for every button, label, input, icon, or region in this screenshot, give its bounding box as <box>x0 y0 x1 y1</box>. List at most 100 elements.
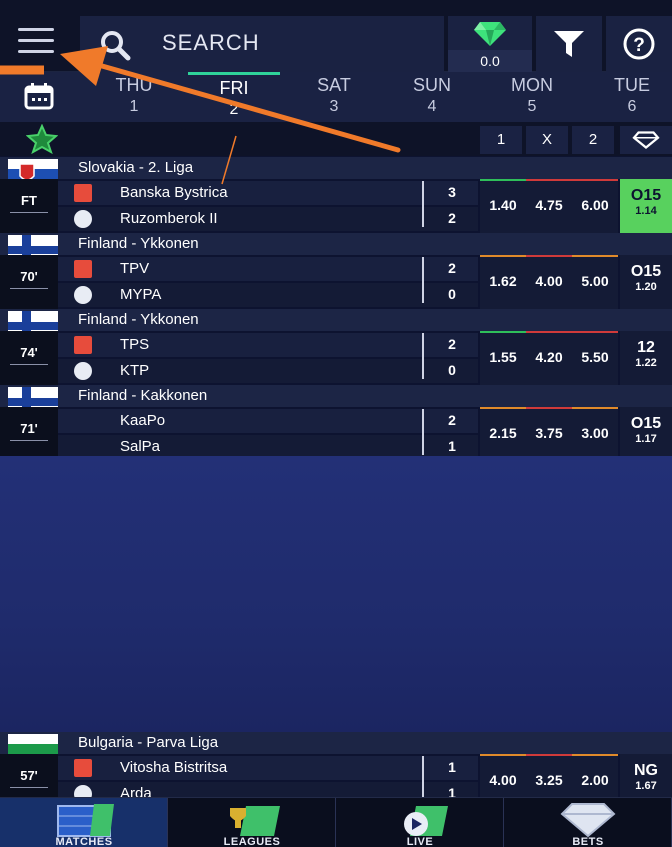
league-header[interactable]: Finland - Kakkonen <box>0 385 672 417</box>
match-status-text: 71' <box>20 421 38 436</box>
odds-cell-away[interactable]: 5.50 <box>572 331 618 385</box>
score-divider <box>422 181 424 227</box>
odds-cell-away[interactable]: 6.00 <box>572 179 618 233</box>
odds-indicator <box>526 331 572 333</box>
calendar-icon <box>24 83 54 110</box>
home-score: 3 <box>448 184 456 200</box>
odds-indicator <box>572 407 618 409</box>
date-tab-number: 6 <box>627 98 637 115</box>
home-team-row: KaaPo 2 <box>58 409 478 433</box>
favorites-star-icon[interactable] <box>26 124 58 154</box>
date-tab-sun[interactable]: SUN 4 <box>386 72 478 122</box>
date-tab-thu[interactable]: THU 1 <box>88 72 180 122</box>
prediction-market: NG <box>634 762 658 779</box>
match-block[interactable]: Finland - Ykkonen 70' TPV 2 MYPA 0 1.62 4.00 5.0… <box>0 233 672 309</box>
match-status-text: FT <box>21 193 37 208</box>
prediction-odds: 1.20 <box>635 281 657 293</box>
date-tab-number: 4 <box>427 98 437 115</box>
diamond-icon <box>474 22 506 46</box>
odds-cell-home[interactable]: 1.62 <box>480 255 526 309</box>
away-team-name: KTP <box>120 362 150 379</box>
odds-indicator <box>572 331 618 333</box>
prediction-cell[interactable]: O15 1.20 <box>620 255 672 309</box>
prediction-odds: 1.22 <box>635 357 657 369</box>
home-score: 1 <box>448 759 456 775</box>
match-status: 70' <box>0 255 58 309</box>
match-status-text: 74' <box>20 345 38 360</box>
date-tab-day: MON <box>511 75 553 95</box>
team-crest-icon <box>74 759 92 777</box>
odds-column-header: 1 X 2 <box>0 122 672 156</box>
top-bar: SEARCH 0.0 ? <box>0 0 672 72</box>
match-status: FT <box>0 179 58 233</box>
match-status: 71' <box>0 407 58 461</box>
home-team-name: Vitosha Bistritsa <box>120 759 228 776</box>
match-block[interactable]: Finland - Ykkonen 74' TPS 2 KTP 0 1.55 4.20 5.50… <box>0 309 672 385</box>
date-tab-number: 3 <box>329 98 339 115</box>
date-tab-tue[interactable]: TUE 6 <box>586 72 672 122</box>
team-crest-icon <box>74 362 92 380</box>
home-team-row: TPS 2 <box>58 333 478 357</box>
nav-leagues[interactable]: LEAGUES <box>168 798 336 847</box>
league-header[interactable]: Bulgaria - Parva Liga <box>0 732 672 764</box>
leagues-icon <box>230 806 280 836</box>
search-bar[interactable]: SEARCH <box>80 16 444 72</box>
help-button[interactable]: ? <box>606 16 672 72</box>
match-block[interactable]: Finland - Kakkonen 71' KaaPo 2 SalPa 1 2.15 3.7… <box>0 385 672 461</box>
match-block[interactable]: Slovakia - 2. Liga FT Banska Bystrica 3 Ruzo… <box>0 157 672 233</box>
odds-indicator <box>480 179 526 181</box>
filter-button[interactable] <box>536 16 602 72</box>
odds-cell-draw[interactable]: 4.00 <box>526 255 572 309</box>
gem-value: 0.0 <box>448 50 532 72</box>
status-underline <box>10 787 48 788</box>
odds-cell-away[interactable]: 5.00 <box>572 255 618 309</box>
date-tab-mon[interactable]: MON 5 <box>486 72 578 122</box>
odds-indicator <box>572 179 618 181</box>
odds-cell-home[interactable]: 1.40 <box>480 179 526 233</box>
date-tab-sat[interactable]: SAT 3 <box>288 72 380 122</box>
home-team-name: TPV <box>120 260 150 277</box>
odds-value: 1.62 <box>489 273 517 289</box>
away-team-name: MYPA <box>120 286 162 303</box>
prediction-cell[interactable]: O15 1.17 <box>620 407 672 461</box>
odds-cell-draw[interactable]: 4.20 <box>526 331 572 385</box>
home-team-name: KaaPo <box>120 412 166 429</box>
live-icon <box>404 806 448 836</box>
odds-cell-away[interactable]: 3.00 <box>572 407 618 461</box>
date-tab-number: 1 <box>129 98 139 115</box>
prediction-cell[interactable]: 12 1.22 <box>620 331 672 385</box>
calendar-button[interactable] <box>0 72 70 122</box>
odds-indicator <box>480 754 526 756</box>
gem-balance-button[interactable]: 0.0 <box>448 16 532 72</box>
match-status: 74' <box>0 331 58 385</box>
odds-cell-home[interactable]: 2.15 <box>480 407 526 461</box>
prediction-market: O15 <box>630 187 662 204</box>
odds-indicator <box>572 754 618 756</box>
odds-cell-home[interactable]: 1.55 <box>480 331 526 385</box>
date-tab-fri[interactable]: FRI 2 <box>188 72 280 122</box>
league-header[interactable]: Slovakia - 2. Liga <box>0 157 672 189</box>
odds-cell-draw[interactable]: 4.75 <box>526 179 572 233</box>
nav-matches[interactable]: MATCHES <box>0 798 168 847</box>
hamburger-menu-button[interactable] <box>8 18 68 66</box>
nav-bets[interactable]: BETS <box>504 798 672 847</box>
team-crest-icon <box>74 260 92 278</box>
nav-live[interactable]: LIVE <box>336 798 504 847</box>
odds-cell-draw[interactable]: 3.75 <box>526 407 572 461</box>
background-area <box>0 456 672 732</box>
odds-indicator <box>480 255 526 257</box>
odds-value: 4.00 <box>489 772 517 788</box>
away-score: 1 <box>448 438 456 454</box>
odds-indicator <box>572 255 618 257</box>
league-header[interactable]: Finland - Ykkonen <box>0 309 672 341</box>
league-header[interactable]: Finland - Ykkonen <box>0 233 672 265</box>
bottom-navigation: MATCHES LEAGUES LIVE BETS <box>0 797 672 847</box>
odds-indicator <box>480 407 526 409</box>
bets-icon <box>560 803 616 838</box>
away-team-name: SalPa <box>120 438 161 455</box>
away-team-row: KTP 0 <box>58 359 478 383</box>
prediction-market: 12 <box>637 339 655 356</box>
prediction-cell[interactable]: O15 1.14 <box>620 179 672 233</box>
date-tab-day: THU <box>115 75 153 95</box>
team-crest-icon <box>74 210 92 228</box>
